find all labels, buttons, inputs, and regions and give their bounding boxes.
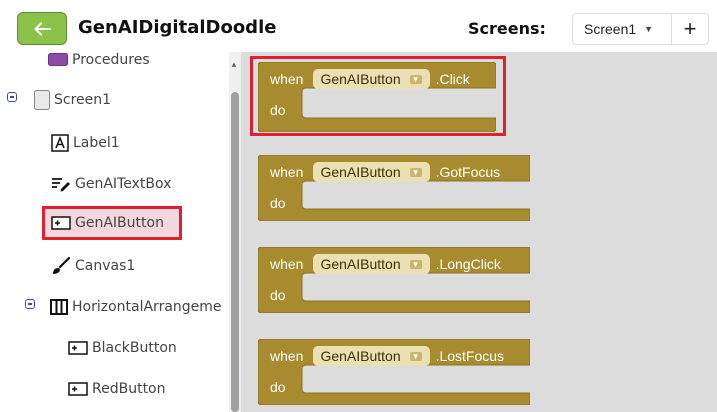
chevron-down-icon: ▼ [409,259,422,269]
label-icon [51,134,69,152]
tree-item-canvas1[interactable]: Canvas1 [51,251,135,281]
tree-item-label1[interactable]: Label1 [51,128,120,158]
tree-item-label: Screen1 [54,92,112,108]
canvas-icon [53,256,71,274]
event-block-header: when GenAIButton ▼ .LongClick [270,253,501,275]
event-name: .LostFocus [435,348,505,364]
when-keyword: when [270,256,304,272]
screens-label: Screens: [468,19,546,38]
button-icon [68,382,88,396]
event-block-longclick[interactable]: when GenAIButton ▼ .LongClick do [258,247,530,313]
event-block-lostfocus[interactable]: when GenAIButton ▼ .LostFocus do [258,339,530,405]
chevron-down-icon: ▼ [644,24,654,34]
tree-item-label: BlackButton [92,340,177,356]
do-keyword: do [270,287,286,303]
tree-item-procedures[interactable]: Procedures [48,52,150,75]
project-title: GenAIDigitalDoodle [78,17,277,38]
event-name: .LongClick [435,256,501,272]
tree-item-screen1[interactable]: Screen1 [34,85,111,115]
tree-item-horizontal-arrangement[interactable]: HorizontalArrangeme [50,292,222,322]
tree-item-label: HorizontalArrangeme [72,299,222,315]
chevron-down-icon: ▼ [409,351,422,361]
event-block-header: when GenAIButton ▼ .GotFocus [270,161,500,183]
tree-item-label: Procedures [72,52,150,68]
event-name: .GotFocus [435,164,501,180]
tree-item-label: Label1 [73,135,120,151]
textbox-icon [52,178,70,192]
procedures-icon [48,53,68,66]
tree-item-label: RedButton [92,381,166,397]
horizontal-arrangement-icon [50,299,68,315]
do-keyword: do [270,379,286,395]
component-dropdown-value: GenAIButton [320,164,401,180]
collapse-toggle-screen1[interactable] [7,92,17,102]
tree-item-label: Canvas1 [75,258,136,274]
blocks-workspace[interactable]: when GenAIButton ▼ .Click do when GenAIB… [241,52,717,412]
tree-item-redbutton[interactable]: RedButton [68,374,166,404]
collapse-toggle-horizontal-arrangement[interactable] [25,299,35,309]
component-dropdown[interactable]: GenAIButton ▼ [313,162,430,182]
screen-dropdown-value: Screen1 [584,21,637,37]
do-keyword: do [270,195,286,211]
tree-item-label: GenAITextBox [75,176,172,192]
when-keyword: when [270,348,304,364]
event-block-header: when GenAIButton ▼ .LostFocus [270,345,504,367]
screen-icon [34,90,50,110]
when-keyword: when [270,164,304,180]
chevron-down-icon: ▼ [409,167,422,177]
component-dropdown-value: GenAIButton [320,348,401,364]
component-dropdown[interactable]: GenAIButton ▼ [313,254,430,274]
component-dropdown-value: GenAIButton [320,256,401,272]
back-arrow-icon [34,22,51,35]
tree-item-label: GenAIButton [75,215,164,231]
button-icon [51,216,71,230]
tree-item-genaibutton[interactable]: GenAIButton [51,208,164,238]
scrollbar-thumb[interactable] [231,92,239,412]
back-button[interactable] [17,12,67,45]
block-highlight-box [250,56,506,136]
tree-scrollbar[interactable]: ▲ [229,52,241,412]
event-block-gotfocus[interactable]: when GenAIButton ▼ .GotFocus do [258,155,530,221]
scroll-up-icon[interactable]: ▲ [230,60,238,69]
tree-item-blackbutton[interactable]: BlackButton [68,333,177,363]
top-toolbar: GenAIDigitalDoodle Screens: Screen1 ▼ + [0,0,717,52]
button-icon [68,341,88,355]
component-tree: Procedures Screen1 Label1 GenAITextBox G… [0,52,241,412]
tree-item-genaitextbox[interactable]: GenAITextBox [51,169,171,199]
screen-dropdown[interactable]: Screen1 ▼ [572,13,672,45]
add-screen-button[interactable]: + [671,13,709,45]
component-dropdown[interactable]: GenAIButton ▼ [313,346,430,366]
